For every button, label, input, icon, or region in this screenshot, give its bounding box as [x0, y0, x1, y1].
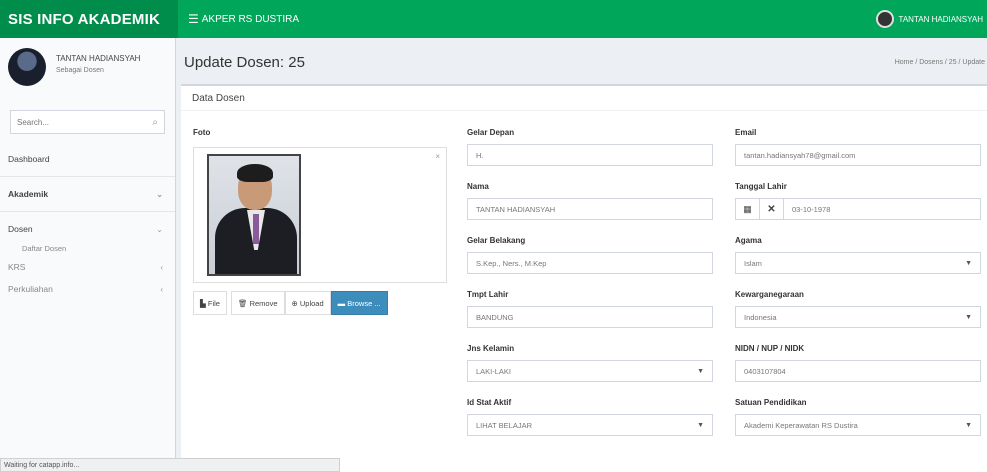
- trash-icon: 🗑: [237, 298, 250, 308]
- satuan-pendidikan-value: Akademi Keperawatan RS Dustira: [744, 420, 858, 430]
- search-input[interactable]: [17, 117, 117, 127]
- photo-buttons: ▙ File 🗑 Remove ⊕ Upload ▬ Browse ...: [193, 291, 388, 315]
- sidebar-user-role: Sebagai Dosen: [56, 67, 104, 74]
- sidebar-item-label: Dosen: [8, 224, 33, 234]
- close-icon[interactable]: ×: [435, 152, 440, 161]
- kewarganegaraan-label: Kewarganegaraan: [735, 290, 804, 299]
- search-icon[interactable]: ⌕: [152, 117, 158, 128]
- jns-kelamin-value: LAKI-LAKI: [476, 366, 512, 376]
- jns-kelamin-label: Jns Kelamin: [467, 344, 515, 353]
- chevron-down-icon: ⌄: [156, 224, 163, 234]
- upload-button[interactable]: ⊕ Upload: [284, 291, 331, 315]
- hamburger-icon[interactable]: ☰: [188, 12, 199, 26]
- gelar-depan-label: Gelar Depan: [467, 128, 515, 137]
- agama-value: Islam: [744, 258, 762, 268]
- caret-down-icon: ▼: [965, 259, 972, 267]
- remove-button[interactable]: 🗑 Remove: [230, 291, 285, 315]
- kewarganegaraan-select[interactable]: Indonesia ▼: [735, 306, 981, 328]
- folder-icon: ▬: [337, 298, 348, 308]
- sidebar-item-krs[interactable]: KRS ‹: [0, 256, 175, 278]
- clear-date-icon[interactable]: ✕: [760, 199, 784, 219]
- sidebar-search: ⌕: [10, 110, 165, 134]
- user-panel: TANTAN HADIANSYAH Sebagai Dosen: [0, 38, 175, 98]
- file-icon: ▙: [200, 298, 208, 308]
- sidebar-user-name: TANTAN HADIANSYAH: [56, 54, 141, 63]
- file-caption: ▙ File: [193, 291, 227, 315]
- breadcrumb[interactable]: Home / Dosens / 25 / Update: [895, 59, 987, 66]
- page-title: Update Dosen: 25: [184, 53, 305, 71]
- top-user-menu[interactable]: TANTAN HADIANSYAH: [875, 10, 987, 28]
- sidebar: TANTAN HADIANSYAH Sebagai Dosen ⌕ Dashbo…: [0, 38, 176, 472]
- gelar-belakang-label: Gelar Belakang: [467, 236, 526, 245]
- sidebar-item-label: KRS: [8, 262, 26, 272]
- email-label: Email: [735, 128, 757, 137]
- avatar: [875, 10, 894, 28]
- nidn-label: NIDN / NUP / NIDK: [735, 344, 805, 353]
- top-nav-menu[interactable]: ☰ AKPER RS DUSTIRA: [178, 12, 876, 26]
- agama-select[interactable]: Islam ▼: [735, 252, 981, 274]
- sidebar-item-perkuliahan[interactable]: Perkuliahan ‹: [0, 278, 175, 300]
- sidebar-item-daftar-dosen[interactable]: Daftar Dosen: [0, 240, 175, 256]
- profile-photo: [207, 154, 301, 276]
- sidebar-item-akademik[interactable]: Akademik ⌄: [0, 183, 175, 205]
- gelar-belakang-input[interactable]: S.Kep., Ners., M.Kep: [467, 252, 713, 274]
- top-navbar: SIS INFO AKADEMIK ☰ AKPER RS DUSTIRA TAN…: [0, 0, 987, 38]
- sidebar-item-label: Daftar Dosen: [22, 243, 67, 253]
- caret-down-icon: ▼: [697, 421, 704, 429]
- kewarganegaraan-value: Indonesia: [744, 312, 777, 322]
- caret-down-icon: ▼: [697, 367, 704, 375]
- caret-down-icon: ▼: [965, 313, 972, 321]
- avatar: [8, 48, 46, 86]
- sidebar-item-label: Dashboard: [8, 154, 50, 164]
- gelar-depan-input[interactable]: H.: [467, 144, 713, 166]
- top-user-name[interactable]: TANTAN HADIANSYAH: [899, 15, 983, 24]
- id-stat-aktif-label: Id Stat Aktif: [467, 398, 512, 407]
- nama-label: Nama: [467, 182, 489, 191]
- upload-icon: ⊕: [291, 298, 300, 308]
- form-box: Data Dosen Foto × ▙ File 🗑 Remove ⊕ Uplo…: [181, 84, 987, 472]
- email-input[interactable]: tantan.hadiansyah78@gmail.com: [735, 144, 981, 166]
- sidebar-item-dashboard[interactable]: Dashboard: [0, 148, 175, 170]
- sidebar-item-label: Perkuliahan: [8, 284, 53, 294]
- app-brand[interactable]: SIS INFO AKADEMIK: [0, 0, 178, 38]
- id-stat-aktif-value: LIHAT BELAJAR: [476, 420, 532, 430]
- tanggal-lahir-input[interactable]: 03-10-1978: [784, 205, 830, 214]
- chevron-down-icon: ⌄: [156, 189, 163, 199]
- browse-button[interactable]: ▬ Browse ...: [330, 291, 388, 315]
- nama-input[interactable]: TANTAN HADIANSYAH: [467, 198, 713, 220]
- sidebar-menu: Dashboard Akademik ⌄ Dosen ⌄ Daftar Dose…: [0, 148, 175, 300]
- content-header: Update Dosen: 25 Home / Dosens / 25 / Up…: [184, 48, 987, 76]
- jns-kelamin-select[interactable]: LAKI-LAKI ▼: [467, 360, 713, 382]
- sidebar-item-dosen[interactable]: Dosen ⌄: [0, 218, 175, 240]
- satuan-pendidikan-select[interactable]: Akademi Keperawatan RS Dustira ▼: [735, 414, 981, 436]
- nidn-input[interactable]: 0403107804: [735, 360, 981, 382]
- tmpt-lahir-label: Tmpt Lahir: [467, 290, 509, 299]
- top-nav-label[interactable]: AKPER RS DUSTIRA: [202, 14, 299, 25]
- id-stat-aktif-select[interactable]: LIHAT BELAJAR ▼: [467, 414, 713, 436]
- calendar-icon[interactable]: ▦: [736, 199, 760, 219]
- chevron-left-icon: ‹: [160, 262, 163, 272]
- sidebar-item-label: Akademik: [8, 189, 49, 199]
- box-title: Data Dosen: [192, 93, 245, 104]
- foto-label: Foto: [193, 128, 211, 137]
- agama-label: Agama: [735, 236, 762, 245]
- tmpt-lahir-input[interactable]: BANDUNG: [467, 306, 713, 328]
- browser-status-bar: Waiting for catapp.info...: [0, 458, 340, 472]
- caret-down-icon: ▼: [965, 421, 972, 429]
- tanggal-lahir-label: Tanggal Lahir: [735, 182, 787, 191]
- tanggal-lahir-field: ▦ ✕ 03-10-1978: [735, 198, 981, 220]
- chevron-left-icon: ‹: [160, 284, 163, 294]
- satuan-pendidikan-label: Satuan Pendidikan: [735, 398, 807, 407]
